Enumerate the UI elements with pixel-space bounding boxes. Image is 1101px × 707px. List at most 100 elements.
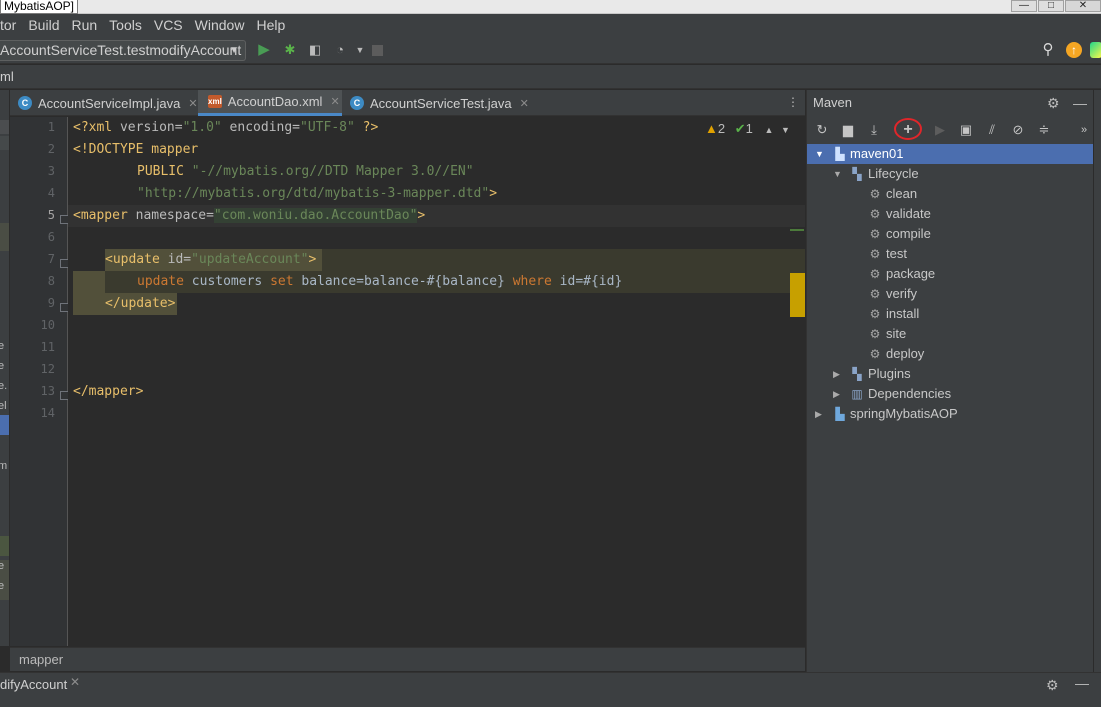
tree-item-goal[interactable]: ⚙ test [807, 244, 1094, 264]
line-number: 4 [47, 186, 55, 200]
close-icon[interactable]: ✕ [330, 95, 339, 108]
tree-item-dependencies[interactable]: ▶ ▥ Dependencies [807, 384, 1094, 404]
tree-item-goal[interactable]: ⚙ site [807, 324, 1094, 344]
gear-icon: ⚙ [869, 347, 881, 361]
selection-highlight [73, 271, 105, 315]
lifecycle-folder-icon: ▚ [852, 167, 862, 181]
run-tab-label[interactable]: difyAccount [0, 677, 67, 692]
tree-item-goal[interactable]: ⚙ install [807, 304, 1094, 324]
minimize-icon[interactable]: — [1073, 90, 1087, 116]
more-vertical-icon[interactable]: ⋮ [787, 95, 799, 109]
gear-icon[interactable]: ⚙ [1047, 90, 1060, 116]
chevron-down-icon[interactable]: ▼ [781, 125, 790, 135]
project-row [0, 223, 9, 251]
maven-tool-window: Maven ⚙ — ↻ ▆ ⤓ + ▶ ▣ ⫽ ⊘ ≑ » ▼ ▙ maven0… [806, 90, 1094, 672]
tree-item-springmybatisaop[interactable]: ▶ ▙ springMybatisAOP [807, 404, 1094, 424]
tree-item-maven01[interactable]: ▼ ▙ maven01 [807, 144, 1094, 164]
code-line-5: <mapper namespace="com.woniu.dao.Account… [73, 208, 426, 223]
tab-account-service-impl[interactable]: C AccountServiceImpl.java ✕ [18, 90, 198, 116]
tab-label: AccountServiceTest.java [370, 95, 512, 111]
breadcrumb-item[interactable]: mapper [19, 652, 63, 667]
profile-icon[interactable]: ◔ [332, 42, 348, 58]
project-item: e [0, 360, 4, 372]
skip-tests-icon[interactable]: ⊘ [1009, 121, 1027, 139]
tree-item-goal[interactable]: ⚙ package [807, 264, 1094, 284]
menu-help[interactable]: Help [250, 14, 291, 37]
breadcrumb[interactable]: ml [0, 69, 14, 84]
tab-account-dao-xml[interactable]: xml AccountDao.xml ✕ [198, 90, 342, 116]
tree-item-goal[interactable]: ⚙ validate [807, 204, 1094, 224]
close-icon[interactable]: ✕ [70, 675, 80, 689]
chevron-right-icon[interactable]: ▶ [833, 364, 840, 384]
tree-item-goal[interactable]: ⚙ compile [807, 224, 1094, 244]
chevron-down-icon[interactable]: ▼ [352, 42, 368, 58]
project-item: e [0, 580, 4, 592]
warning-count: 2 [717, 121, 726, 136]
chevron-down-icon[interactable]: ▼ [815, 144, 824, 164]
collapse-icon[interactable]: ≑ [1035, 121, 1053, 139]
gear-icon: ⚙ [869, 187, 881, 201]
chevron-up-icon[interactable]: ▲ [765, 125, 774, 135]
gear-icon: ⚙ [869, 287, 881, 301]
gear-icon: ⚙ [869, 207, 881, 221]
add-folder-icon[interactable]: ▆ [839, 121, 857, 139]
chevron-right-icon[interactable]: ▶ [833, 384, 840, 404]
search-icon[interactable]: ⚲ [1040, 42, 1056, 58]
maven-module-icon: ▙ [835, 147, 845, 161]
jetbrains-icon[interactable] [1090, 42, 1101, 58]
editor-breadcrumb: mapper [10, 647, 805, 671]
add-icon[interactable]: + [899, 121, 917, 139]
code-editor[interactable]: ▲2 ✔1 ▲ ▼ <?xml version="1.0" encoding="… [68, 117, 805, 646]
debug-icon[interactable]: ✱ [282, 42, 298, 58]
title-bar: MybatisAOP] — □ ✕ [0, 0, 1101, 14]
error-stripe-marker[interactable] [790, 273, 805, 317]
maximize-button[interactable]: □ [1038, 0, 1064, 12]
line-number-current: 5 [47, 208, 55, 222]
close-icon[interactable]: ✕ [188, 97, 197, 110]
inspection-widget[interactable]: ▲2 ✔1 ▲ ▼ [705, 121, 790, 137]
maven-title: Maven [813, 95, 853, 110]
more-icon[interactable]: » [1075, 121, 1093, 139]
menu-editor[interactable]: tor [0, 14, 22, 37]
tree-item-plugins[interactable]: ▶ ▚ Plugins [807, 364, 1094, 384]
tree-item-goal[interactable]: ⚙ clean [807, 184, 1094, 204]
minimize-button[interactable]: — [1011, 0, 1037, 12]
chevron-down-icon[interactable]: ▼ [833, 164, 842, 184]
line-number: 14 [40, 406, 55, 420]
toggle-offline-icon[interactable]: ⫽ [983, 121, 1001, 139]
warning-icon: ▲ [705, 121, 718, 136]
download-icon[interactable]: ⤓ [865, 121, 883, 139]
menu-run[interactable]: Run [65, 14, 103, 37]
stop-icon[interactable] [372, 45, 383, 56]
reload-icon[interactable]: ↻ [813, 121, 831, 139]
minimize-icon[interactable]: — [1075, 675, 1089, 691]
menu-bar: tor Build Run Tools VCS Window Help [0, 14, 1101, 37]
tab-account-service-test[interactable]: C AccountServiceTest.java ✕ [350, 90, 529, 116]
dependencies-folder-icon: ▥ [851, 387, 863, 401]
code-line-13: </mapper> [73, 384, 144, 399]
plugins-folder-icon: ▚ [852, 367, 862, 381]
chevron-right-icon[interactable]: ▶ [815, 404, 822, 424]
run-configuration-select[interactable]: AccountServiceTest.testmodifyAccount ▼ [0, 40, 246, 61]
close-window-button[interactable]: ✕ [1065, 0, 1101, 12]
tree-item-lifecycle[interactable]: ▼ ▚ Lifecycle [807, 164, 1094, 184]
maven-toolbar: ↻ ▆ ⤓ + ▶ ▣ ⫽ ⊘ ≑ » [807, 117, 1094, 143]
run-icon[interactable]: ▶ [256, 42, 272, 58]
line-number: 12 [40, 362, 55, 376]
menu-tools[interactable]: Tools [103, 14, 148, 37]
gear-icon: ⚙ [869, 327, 881, 341]
coverage-icon[interactable]: ◧ [307, 42, 323, 58]
project-row [0, 136, 9, 150]
menu-vcs[interactable]: VCS [148, 14, 189, 37]
update-icon[interactable]: ↑ [1066, 42, 1082, 58]
gear-icon[interactable]: ⚙ [1046, 677, 1059, 694]
close-icon[interactable]: ✕ [520, 97, 529, 110]
execute-goal-icon[interactable]: ▣ [957, 121, 975, 139]
menu-build[interactable]: Build [22, 14, 65, 37]
menu-window[interactable]: Window [189, 14, 251, 37]
java-class-icon: C [350, 96, 364, 110]
project-item: e [0, 560, 4, 572]
tree-item-goal[interactable]: ⚙ deploy [807, 344, 1094, 364]
code-line-1: <?xml version="1.0" encoding="UTF-8" ?> [73, 120, 379, 135]
tree-item-goal[interactable]: ⚙ verify [807, 284, 1094, 304]
